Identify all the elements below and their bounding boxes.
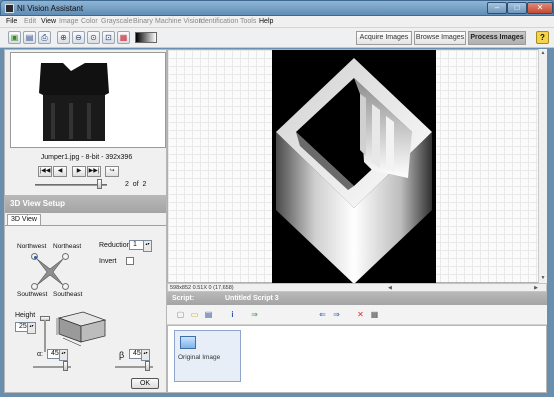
scroll-down-icon[interactable]: ▼	[539, 275, 547, 281]
color-palette-icon[interactable]: ▦	[117, 31, 130, 44]
print-icon[interactable]: ⎙	[38, 31, 51, 44]
height-input[interactable]: 255	[15, 322, 36, 334]
minimize-button[interactable]: –	[487, 2, 507, 14]
tab-process-images[interactable]: Process Images	[468, 31, 526, 45]
previous-image-button[interactable]: ◀	[53, 166, 67, 177]
label-southeast: Southeast	[53, 291, 83, 298]
invert-label: Invert	[99, 258, 117, 265]
menu-bar: File Edit View Image Color Grayscale Bin…	[0, 16, 554, 28]
tab-browse-images[interactable]: Browse Images	[414, 31, 466, 45]
radio-southwest[interactable]	[31, 283, 38, 290]
acquire-icon[interactable]: ▣	[8, 31, 21, 44]
ok-button[interactable]: OK	[131, 378, 159, 389]
tab-acquire-images[interactable]: Acquire Images	[356, 31, 412, 45]
direction-compass-icon	[36, 258, 64, 286]
save-script-icon[interactable]: ▤	[203, 309, 214, 320]
new-script-icon[interactable]: ▢	[175, 309, 186, 320]
save-icon[interactable]: ▤	[23, 31, 36, 44]
script-label: Script:	[172, 295, 195, 302]
menu-view[interactable]: View	[41, 18, 56, 25]
info-icon[interactable]: i	[227, 309, 238, 320]
beta-slider-thumb[interactable]	[145, 361, 150, 371]
menu-edit[interactable]: Edit	[24, 18, 36, 25]
script-step-label: Original Image	[178, 354, 221, 361]
menu-machine-vision[interactable]: Machine Vision	[155, 18, 202, 25]
beta-label: β	[119, 350, 125, 360]
zoom-in-icon[interactable]: ⊕	[57, 31, 70, 44]
alpha-slider-thumb[interactable]	[63, 361, 68, 371]
menu-grayscale[interactable]: Grayscale	[101, 18, 133, 25]
menu-identification[interactable]: Identification	[199, 18, 238, 25]
label-southwest: Southwest	[17, 291, 48, 298]
scroll-left-icon[interactable]: ◀	[388, 285, 392, 291]
menu-help[interactable]: Help	[259, 18, 273, 25]
image-step-icon	[180, 336, 196, 349]
zoom-out-icon[interactable]: ⊖	[72, 31, 85, 44]
menu-color[interactable]: Color	[81, 18, 98, 25]
image-status-text: 598x852 0.51X 0 (17,658)	[170, 285, 234, 291]
move-left-icon[interactable]: ⇐	[317, 309, 328, 320]
image-thumbnail[interactable]	[10, 52, 166, 148]
next-image-button[interactable]: ▶	[72, 166, 86, 177]
menu-file[interactable]: File	[6, 18, 17, 25]
script-area[interactable]: Original Image	[167, 325, 547, 393]
delete-step-icon[interactable]: ✕	[355, 309, 366, 320]
label-northwest: Northwest	[17, 243, 47, 250]
alpha-input[interactable]: 45	[47, 349, 68, 361]
height-label: Height	[15, 312, 36, 319]
zoom-1to1-icon[interactable]: ⊙	[87, 31, 100, 44]
scroll-right-icon[interactable]: ▶	[534, 285, 538, 291]
invert-checkbox[interactable]	[126, 257, 134, 265]
toolbar: ▣ ▤ ⎙ ⊕ ⊖ ⊙ ⊡ ▦ Acquire Images Browse Im…	[0, 28, 554, 48]
image-vertical-scrollbar[interactable]: ▲ ▼	[538, 49, 547, 283]
beta-input[interactable]: 45	[129, 349, 150, 361]
menu-image[interactable]: Image	[59, 18, 78, 25]
close-button[interactable]: ✕	[527, 2, 553, 14]
properties-icon[interactable]: ▦	[369, 309, 380, 320]
page-total: 2	[142, 181, 147, 188]
3d-box-illustration	[56, 311, 107, 347]
tab-divider	[5, 225, 166, 226]
script-header: Script: Untitled Script 3	[167, 292, 547, 305]
menu-tools[interactable]: Tools	[240, 18, 256, 25]
window-title: NI Vision Assistant	[17, 4, 84, 13]
reduction-label: Reduction	[99, 242, 131, 249]
setup-header: 3D View Setup	[5, 195, 166, 213]
scroll-up-icon[interactable]: ▲	[539, 50, 547, 56]
radio-southeast[interactable]	[62, 283, 69, 290]
image-view[interactable]	[167, 49, 547, 284]
script-toolbar: ▢ ▭ ▤ i ⇒ ⇐ ⇒ ✕ ▦	[167, 305, 547, 325]
maximize-button[interactable]: □	[507, 2, 527, 14]
run-script-icon[interactable]: ⇒	[249, 309, 260, 320]
open-script-icon[interactable]: ▭	[189, 309, 200, 320]
move-right-icon[interactable]: ⇒	[331, 309, 342, 320]
page-of: of	[132, 181, 139, 188]
first-image-button[interactable]: |◀◀	[38, 166, 52, 177]
image-slider-thumb[interactable]	[97, 179, 102, 189]
image-horizontal-scrollbar[interactable]: ◀ ▶	[388, 284, 538, 291]
alpha-label: α:	[37, 351, 43, 358]
3d-render	[276, 58, 432, 284]
zoom-fit-icon[interactable]: ⊡	[102, 31, 115, 44]
label-northeast: Northeast	[53, 243, 82, 250]
left-panel: Jumper1.jpg - 8-bit - 392x396 |◀◀ ◀ ▶ ▶▶…	[4, 49, 167, 393]
image-status-bar: 598x852 0.51X 0 (17,658) ◀ ▶	[167, 283, 547, 292]
menu-binary[interactable]: Binary	[133, 18, 153, 25]
close-image-button[interactable]: ↪	[105, 166, 119, 177]
app-icon	[5, 4, 14, 13]
reduction-input[interactable]: 1	[129, 240, 152, 252]
grayscale-palette-swatch[interactable]	[135, 32, 157, 43]
thumbnail-caption: Jumper1.jpg - 8-bit - 392x396	[40, 154, 133, 161]
title-bar: NI Vision Assistant – □ ✕	[0, 0, 554, 16]
last-image-button[interactable]: ▶▶|	[87, 166, 101, 177]
script-name: Untitled Script 3	[225, 295, 279, 302]
help-button[interactable]: ?	[536, 31, 549, 44]
page-current: 2	[125, 181, 129, 188]
page-index: 2 of 2	[125, 181, 146, 188]
3d-view-image[interactable]	[272, 50, 436, 284]
script-step-original-image[interactable]: Original Image	[174, 330, 241, 382]
tab-3d-view[interactable]: 3D View	[7, 214, 41, 225]
height-slider-track[interactable]	[44, 320, 46, 352]
thumbnail-image	[39, 63, 109, 141]
